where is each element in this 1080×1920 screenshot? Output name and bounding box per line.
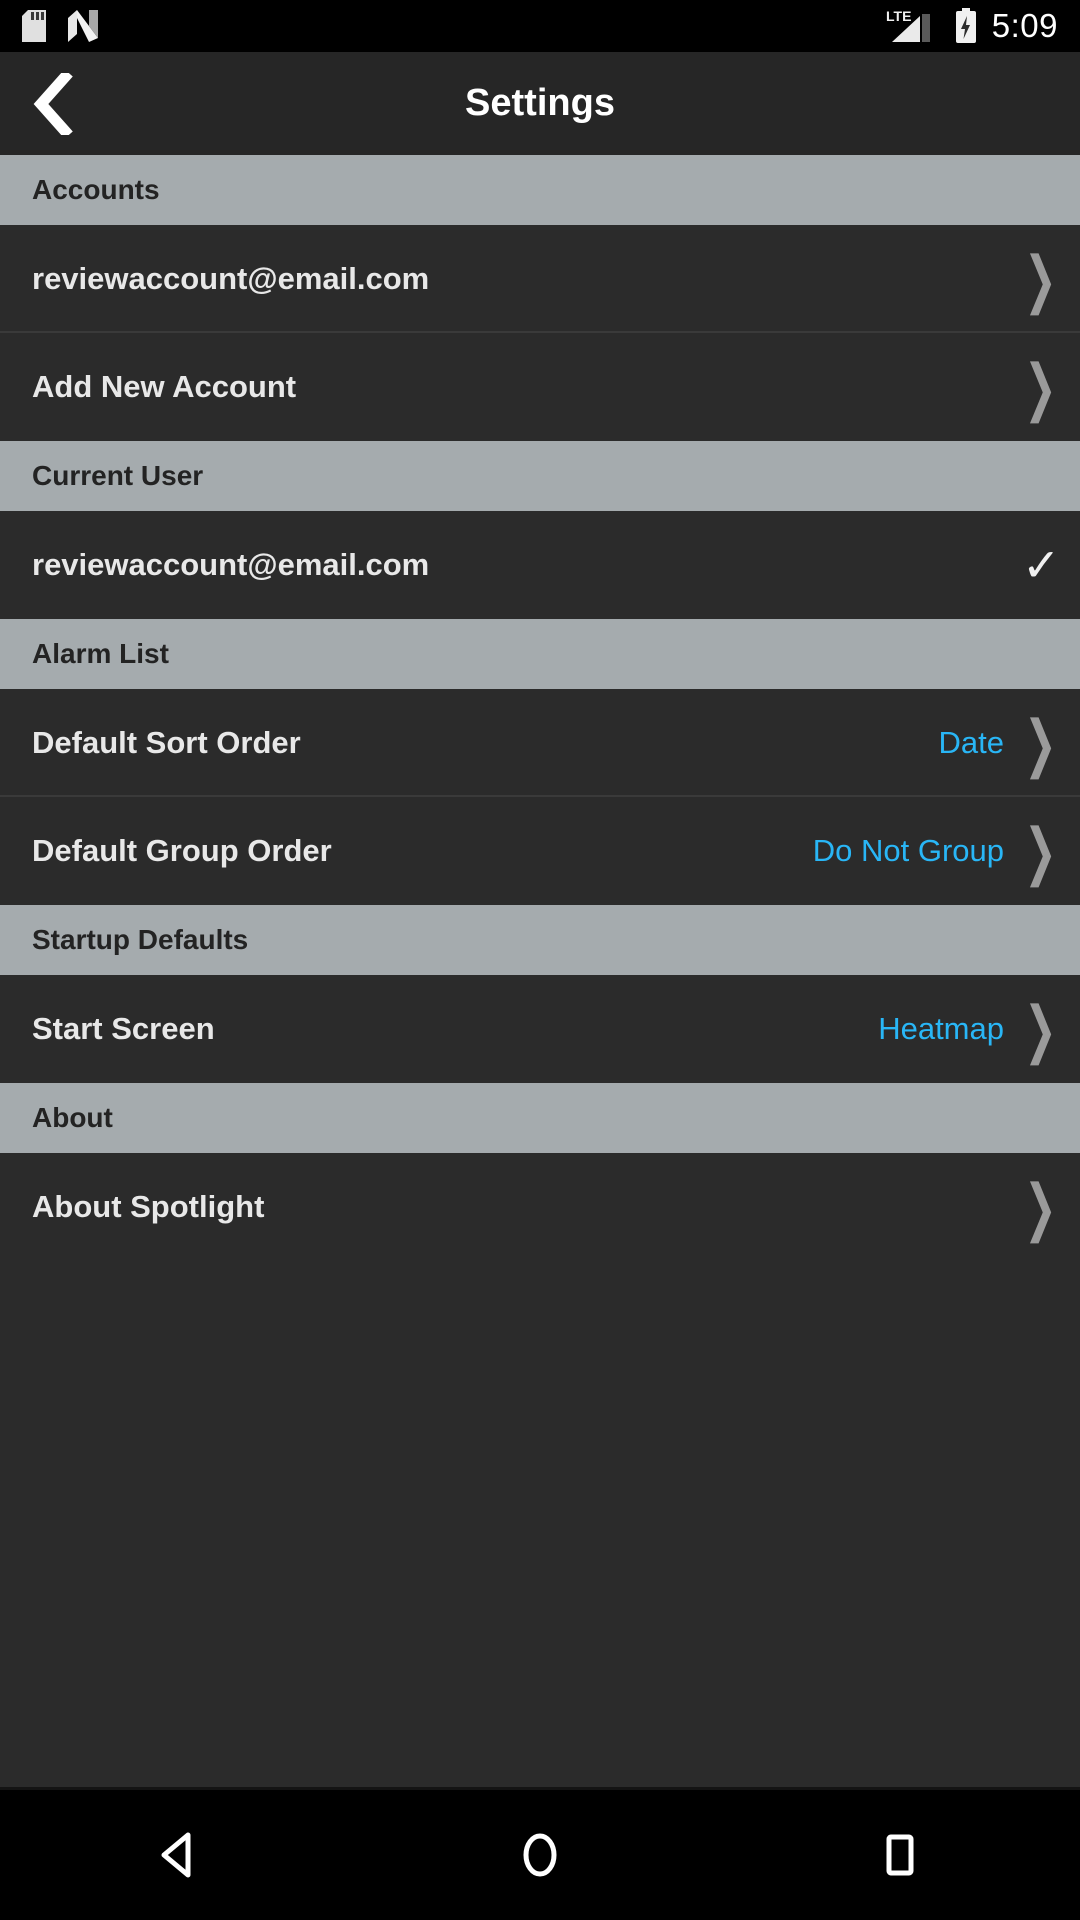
status-bar-clock: 5:09 [991,7,1058,44]
phone-screen: LTE 5:09 Settings Accounts reviewaccount… [0,0,1080,1920]
list-item-label: reviewaccount@email.com [32,261,430,296]
home-nav-button[interactable] [470,1790,610,1920]
list-item-value: Date [938,725,1004,760]
chevron-left-icon [33,72,73,135]
section-header-label: Startup Defaults [32,924,249,955]
section-header-label: Current User [32,460,204,491]
home-nav-icon [523,1833,557,1877]
section-header-current-user: Current User [0,441,1080,511]
list-item-label: Default Sort Order [32,725,301,760]
chevron-right-icon: ❯ [1023,993,1057,1065]
list-item-add-new-account[interactable]: Add New Account ❯ [0,333,1080,441]
chevron-right-icon: ❯ [1023,707,1057,779]
list-item-accessory: ❯ [1022,248,1057,310]
section-header-label: Accounts [32,174,160,205]
recents-nav-button[interactable] [830,1790,970,1920]
section-header-label: About [32,1102,113,1133]
section-header-label: Alarm List [32,638,169,669]
list-item-label: reviewaccount@email.com [32,547,430,582]
chevron-right-icon: ❯ [1023,351,1057,423]
back-nav-icon [161,1832,191,1878]
sd-card-icon [22,10,46,42]
list-item-value: Heatmap [878,1011,1004,1046]
list-item-default-sort-order[interactable]: Default Sort Order Date ❯ [0,689,1080,797]
status-bar: LTE 5:09 [0,0,1080,52]
list-item-label: Default Group Order [32,833,332,868]
back-nav-button[interactable] [110,1790,250,1920]
section-header-accounts: Accounts [0,155,1080,225]
list-item-value: Do Not Group [812,833,1004,868]
recents-nav-icon [886,1834,914,1876]
list-item-about-spotlight[interactable]: About Spotlight ❯ [0,1153,1080,1261]
list-item-current-user-email[interactable]: reviewaccount@email.com ✓ [0,511,1080,619]
list-item-accessory: Date ❯ [938,712,1057,774]
android-nougat-icon [68,10,98,42]
list-item-label: Add New Account [32,369,297,404]
chevron-right-icon: ❯ [1023,1171,1057,1243]
settings-list: Accounts reviewaccount@email.com ❯ Add N… [0,155,1080,1787]
status-bar-right-icons: LTE 5:09 [886,7,1058,45]
page-title: Settings [465,82,615,124]
list-item-accessory: ❯ [1022,1176,1057,1238]
list-item-accessory: ✓ [1022,539,1061,591]
status-bar-left-icons [22,10,98,42]
back-button[interactable] [0,52,104,155]
app-bar: Settings [0,52,1080,155]
list-item-accessory: Do Not Group ❯ [812,820,1057,882]
list-item-start-screen[interactable]: Start Screen Heatmap ❯ [0,975,1080,1083]
chevron-right-icon: ❯ [1023,243,1057,315]
section-header-alarm-list: Alarm List [0,619,1080,689]
list-item-label: Start Screen [32,1011,215,1046]
navigation-bar [0,1787,1080,1920]
section-header-startup-defaults: Startup Defaults [0,905,1080,975]
section-header-about: About [0,1083,1080,1153]
list-item-accessory: Heatmap ❯ [878,998,1057,1060]
list-item-default-group-order[interactable]: Default Group Order Do Not Group ❯ [0,797,1080,905]
list-item-accessory: ❯ [1022,356,1057,418]
chevron-right-icon: ❯ [1023,815,1057,887]
battery-charging-icon [954,8,978,44]
list-item-account-email[interactable]: reviewaccount@email.com ❯ [0,225,1080,333]
checkmark-icon: ✓ [1022,539,1061,591]
svg-text:LTE: LTE [886,8,911,24]
list-item-label: About Spotlight [32,1189,265,1224]
lte-signal-icon: LTE [886,8,940,44]
